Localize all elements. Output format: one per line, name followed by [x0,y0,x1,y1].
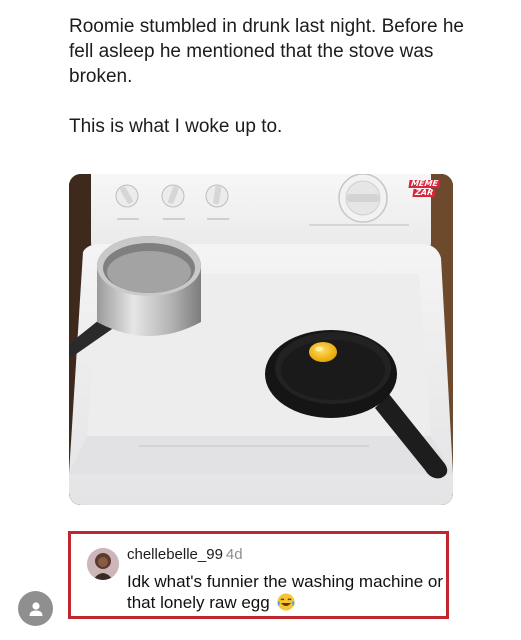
laughing-crying-emoji-icon [277,593,295,611]
post-text: Roomie stumbled in drunk last night. Bef… [69,14,479,139]
watermark-logo: MEME ZAR [407,178,441,198]
watermark-bottom: ZAR [412,187,436,197]
comment-timestamp: 4d [225,546,243,563]
person-icon [29,601,42,616]
washing-machine-photo [69,174,453,505]
post-text-line-2: This is what I woke up to. [69,116,283,137]
commenter-avatar[interactable] [87,548,119,580]
profile-button[interactable] [18,591,53,626]
comment-body: Idk what's funnier the washing machine o… [127,571,447,613]
post-text-line-1: Roomie stumbled in drunk last night. Bef… [69,16,464,87]
avatar-image [87,548,119,580]
post-image[interactable]: MEME ZAR [69,174,453,505]
highlighted-comment: chellebelle_99 4d Idk what's funnier the … [68,531,449,619]
comment-header: chellebelle_99 4d [127,546,243,564]
watermark-top: MEME [408,178,440,188]
commenter-username[interactable]: chellebelle_99 [127,546,223,563]
